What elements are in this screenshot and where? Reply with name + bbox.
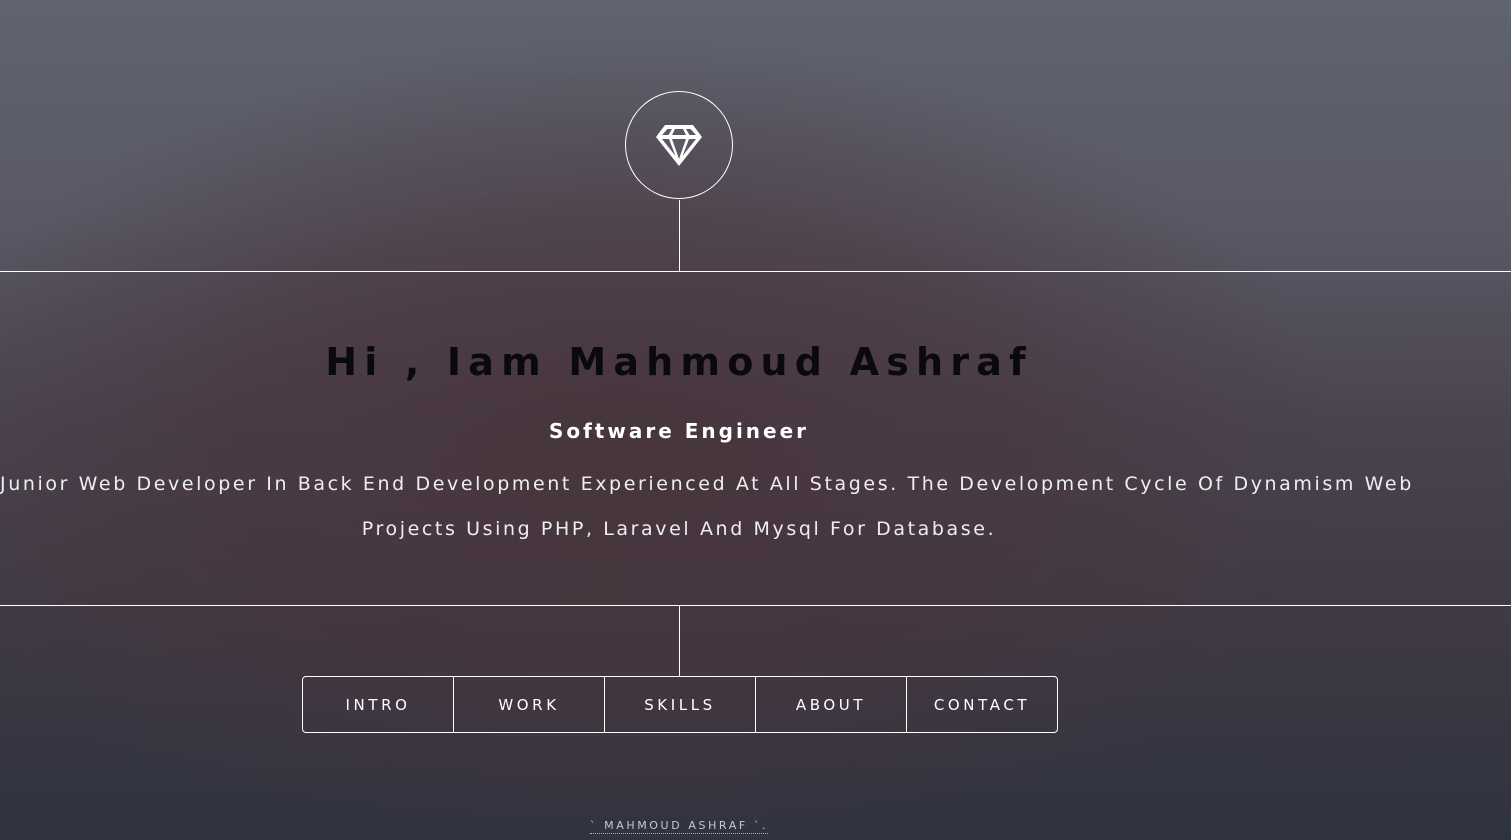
- logo-circle: [625, 91, 733, 199]
- connector-line-top: [679, 200, 680, 271]
- connector-line-bottom: [679, 606, 680, 676]
- nav-item-contact[interactable]: CONTACT: [906, 677, 1057, 732]
- nav-item-intro[interactable]: INTRO: [303, 677, 453, 732]
- hero-headline: Hi , Iam Mahmoud Ashraf: [325, 340, 1033, 384]
- nav-item-skills[interactable]: SKILLS: [604, 677, 755, 732]
- description-line-2: Projects Using PHP, Laravel And Mysql Fo…: [361, 518, 997, 540]
- hero-subtitle: Software Engineer: [548, 419, 810, 443]
- footer: ` MAHMOUD ASHRAF `.: [0, 819, 1358, 834]
- hero-description: Junior Web Developer In Back End Develop…: [0, 462, 1414, 552]
- hero-content: Hi , Iam Mahmoud Ashraf Software Enginee…: [0, 272, 1414, 605]
- footer-credit-link[interactable]: ` MAHMOUD ASHRAF `.: [589, 819, 769, 834]
- divider-bottom: [0, 605, 1511, 606]
- diamond-icon: [656, 125, 702, 166]
- main-nav: INTRO WORK SKILLS ABOUT CONTACT: [302, 676, 1058, 733]
- nav-item-about[interactable]: ABOUT: [755, 677, 906, 732]
- nav-item-work[interactable]: WORK: [453, 677, 604, 732]
- description-line-1: Junior Web Developer In Back End Develop…: [0, 473, 1414, 495]
